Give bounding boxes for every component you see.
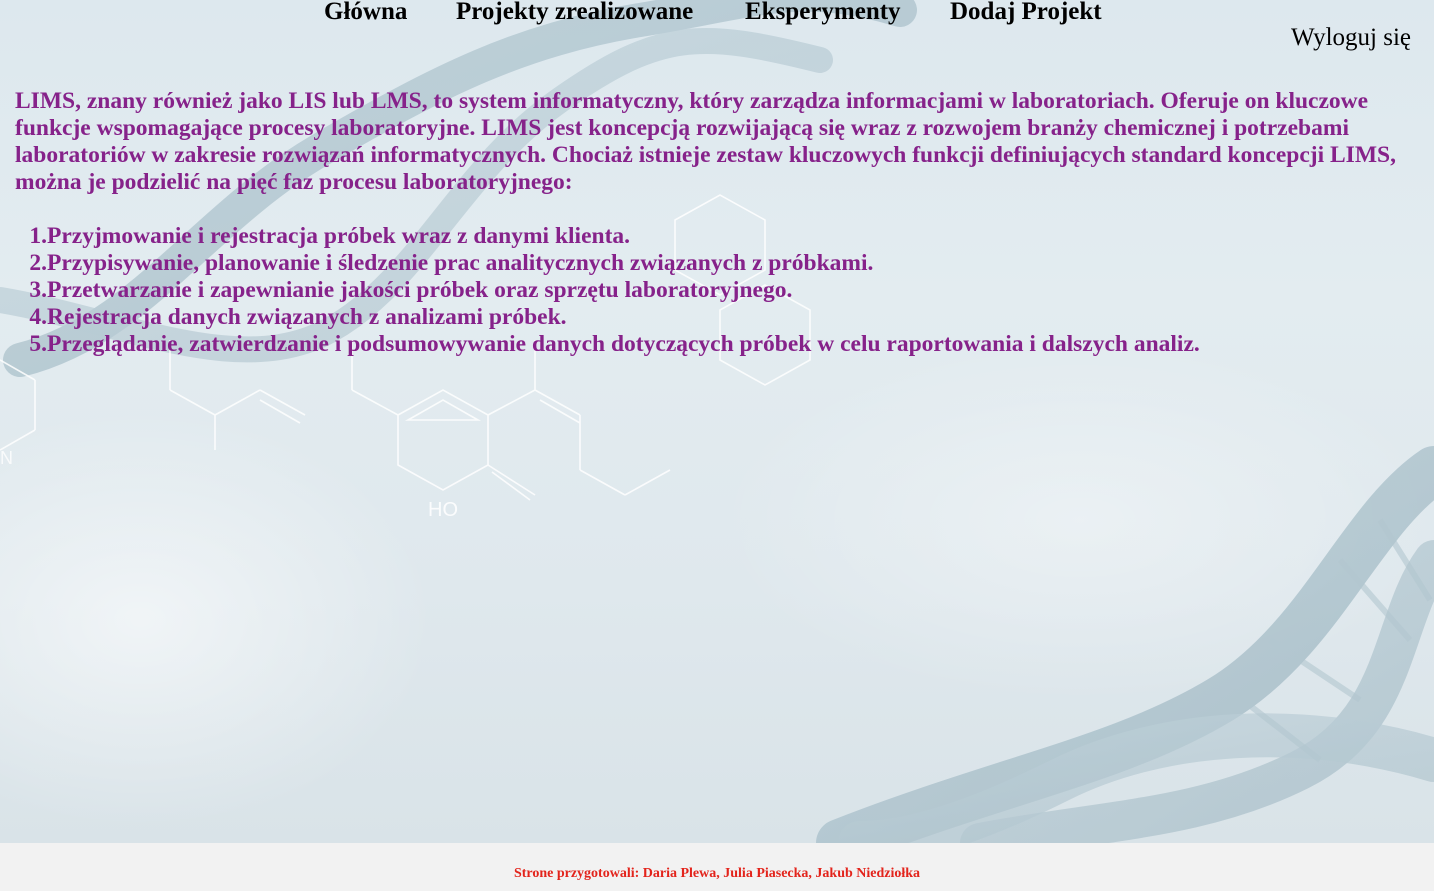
intro-paragraph: LIMS, znany również jako LIS lub LMS, to… <box>15 88 1396 195</box>
dna-helix-bottom <box>816 446 1434 843</box>
list-item-text: Rejestracja danych związanych z analizam… <box>47 304 567 330</box>
list-item: 5. Przeglądanie, zatwierdzanie i podsumow… <box>15 331 1415 358</box>
list-item: 3. Przetwarzanie i zapewnianie jakości pr… <box>15 277 1415 304</box>
nav-link-dodaj-projekt[interactable]: Dodaj Projekt <box>950 0 1102 26</box>
nav-link-eksperymenty[interactable]: Eksperymenty <box>745 0 901 26</box>
list-item-number: 4. <box>29 304 47 330</box>
main-content: LIMS, znany również jako LIS lub LMS, to… <box>15 88 1415 358</box>
top-navigation: Główna Projekty zrealizowane Eksperyment… <box>0 0 1434 26</box>
list-item-text: Przeglądanie, zatwierdzanie i podsumowyw… <box>47 331 1200 357</box>
list-item-text: Przypisywanie, planowanie i śledzenie pr… <box>47 250 874 276</box>
list-item: 2. Przypisywanie, planowanie i śledzenie … <box>15 250 1415 277</box>
phases-list: 1. Przyjmowanie i rejestracja próbek wraz… <box>15 223 1415 358</box>
molecule-label-n: N <box>0 448 13 468</box>
nav-link-glowna[interactable]: Główna <box>324 0 407 26</box>
list-item-text: Przetwarzanie i zapewnianie jakości prób… <box>47 277 793 303</box>
list-item: 4. Rejestracja danych związanych z analiz… <box>15 304 1415 331</box>
list-item-text: Przyjmowanie i rejestracja próbek wraz z… <box>47 223 631 249</box>
footer-credits: Strone przygotowali: Daria Plewa, Julia … <box>513 866 921 881</box>
nav-link-projekty-zrealizowane[interactable]: Projekty zrealizowane <box>456 0 693 26</box>
list-item-number: 3. <box>29 277 47 303</box>
logout-link[interactable]: Wyloguj się <box>1291 24 1411 52</box>
list-item-number: 1. <box>29 223 47 249</box>
list-item: 1. Przyjmowanie i rejestracja próbek wraz… <box>15 223 1415 250</box>
list-item-number: 5. <box>29 331 47 357</box>
molecule-label-ho: HO <box>428 499 458 521</box>
page-footer: Strone przygotowali: Daria Plewa, Julia … <box>0 843 1434 891</box>
list-item-number: 2. <box>29 250 47 276</box>
